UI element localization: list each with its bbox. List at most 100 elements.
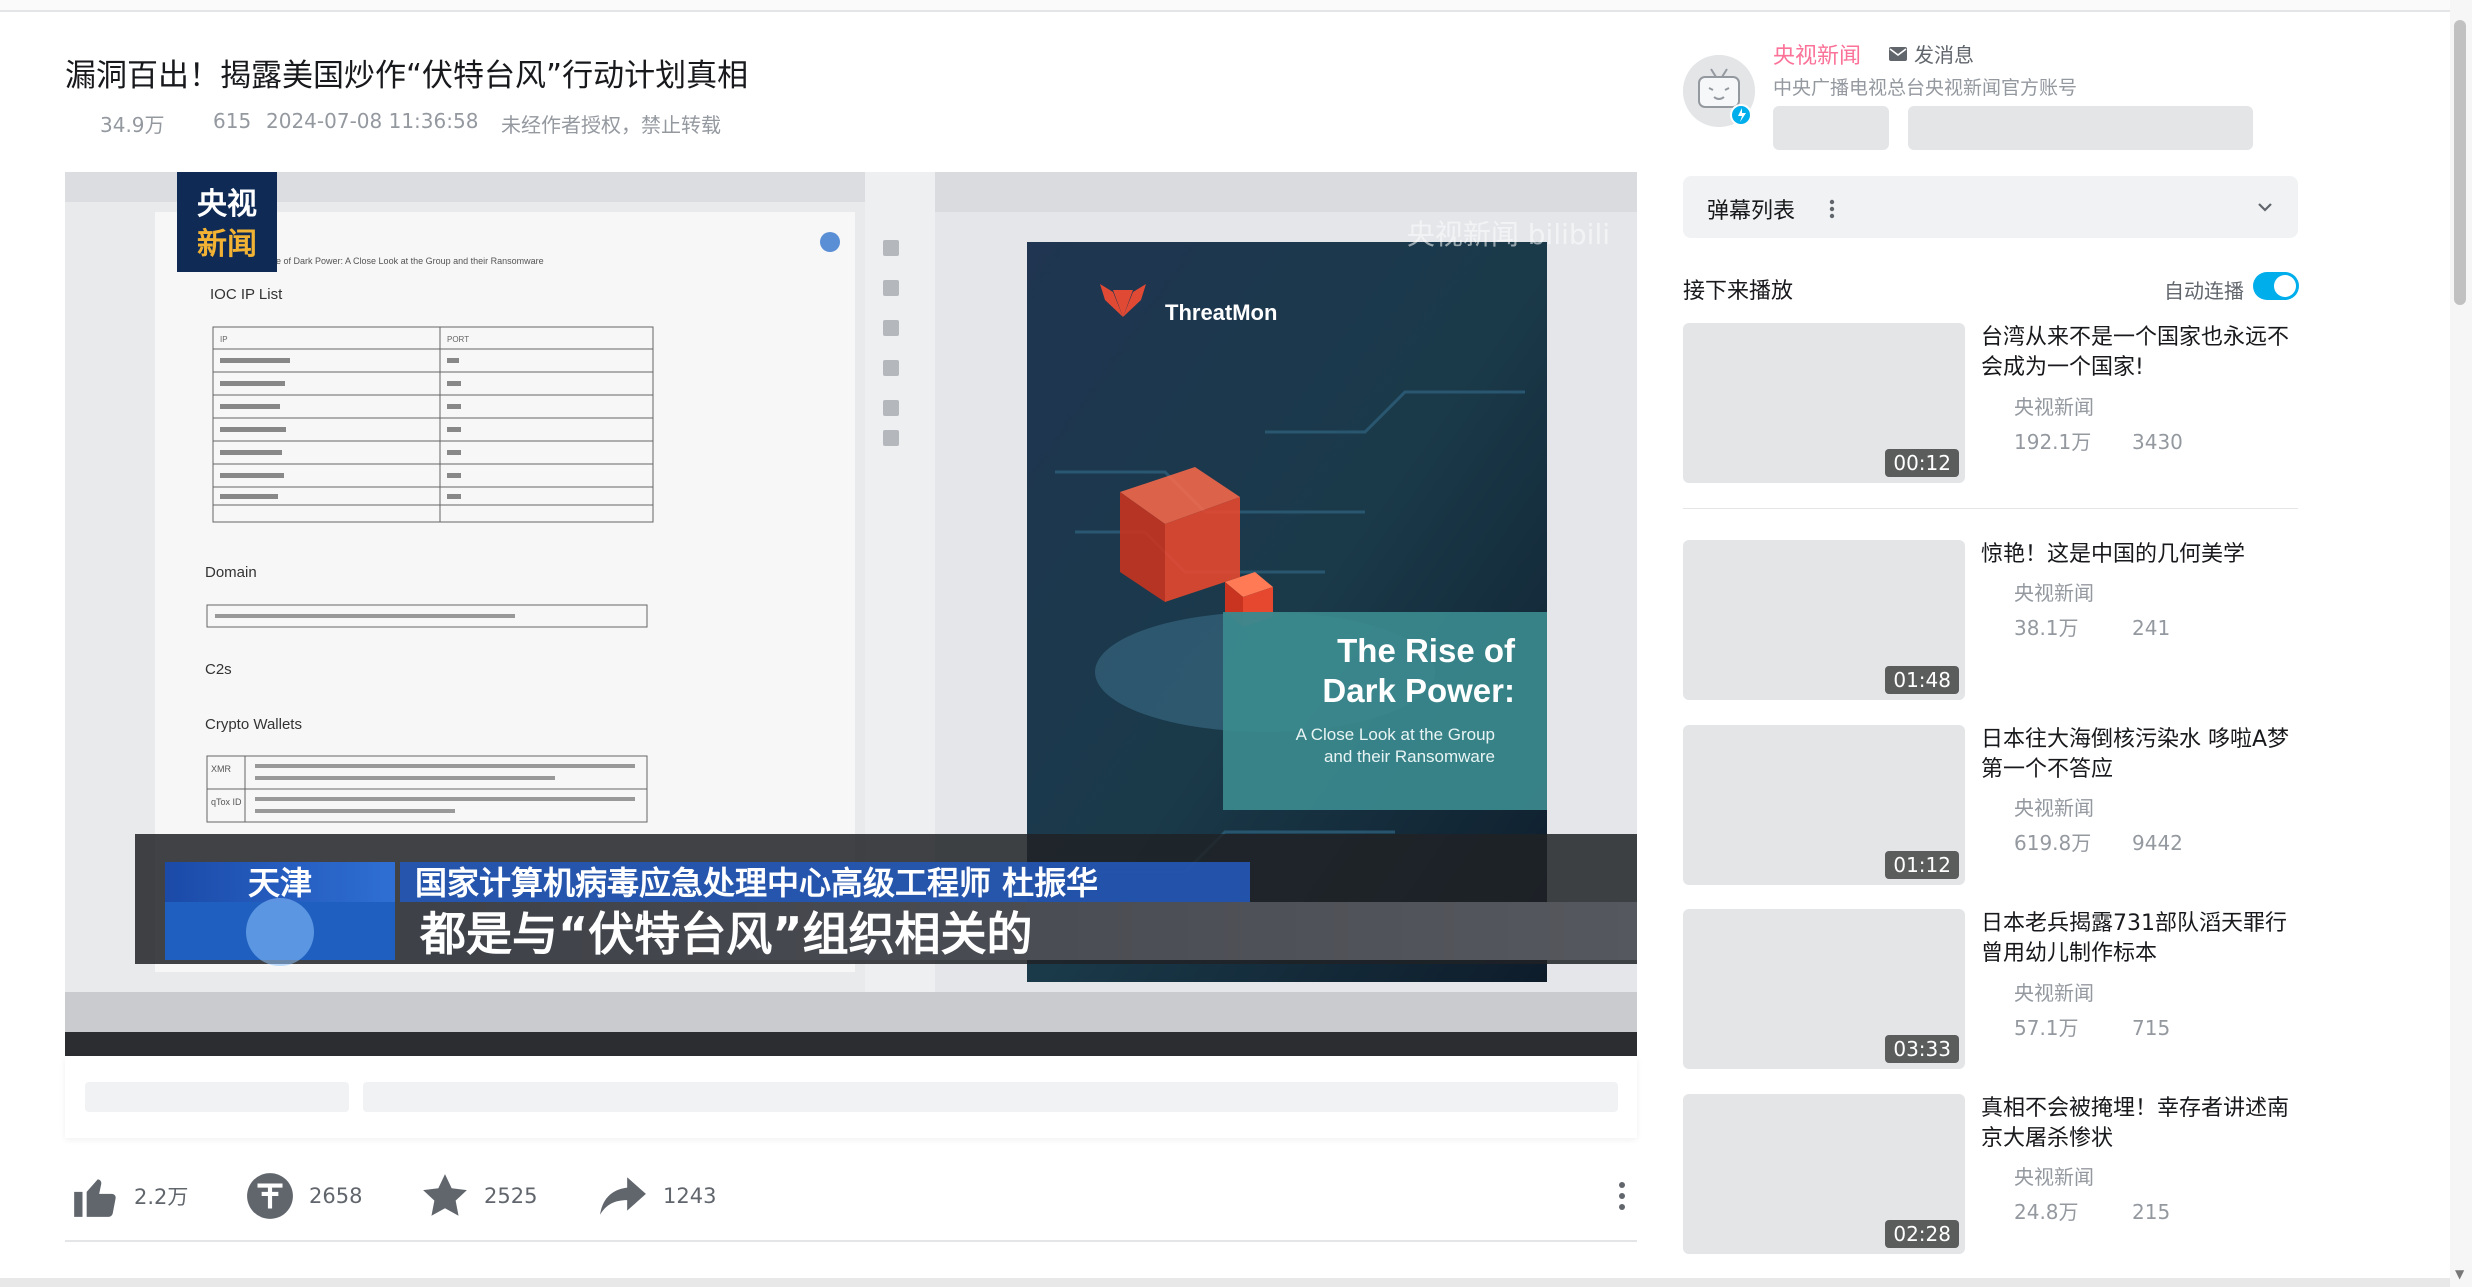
send-message-button[interactable]: 发消息 (1888, 39, 1974, 68)
video-player[interactable]: The Rise of Dark Power: A Close Look at … (65, 172, 1637, 1056)
recommendation-stats: 57.1万 715 (2014, 1012, 2170, 1041)
action-bar: 2.2万 2658 2525 1243 (65, 1166, 1637, 1226)
view-count: 34.9万 (100, 113, 165, 137)
recommendation-item[interactable]: 00:12 台湾从来不是一个国家也永远不会成为一个国家! 央视新闻 192.1万… (1683, 323, 2298, 485)
copyright-notice: 未经作者授权，禁止转载 (501, 113, 721, 137)
recommendation-title[interactable]: 真相不会被掩埋！幸存者讲述南京大屠杀惨状 (1981, 1094, 2296, 1154)
recommendation-danmaku: 215 (2132, 1200, 2171, 1224)
svg-text:央视: 央视 (197, 187, 257, 222)
video-title: 漏洞百出！揭露美国炒作“伏特台风”行动计划真相 (65, 58, 749, 94)
coin-button[interactable]: 2658 (245, 1166, 362, 1226)
recommendation-danmaku: 9442 (2132, 831, 2183, 855)
coin-count: 2658 (309, 1184, 363, 1208)
autoplay-label: 自动连播 (2164, 279, 2244, 303)
autoplay-toggle[interactable] (2253, 272, 2299, 300)
svg-text:XMR: XMR (211, 764, 232, 774)
divider (65, 1240, 1637, 1242)
danmaku-more-icon[interactable] (1829, 198, 1835, 220)
doc-c2s: C2s (205, 661, 232, 678)
video-duration: 01:12 (1885, 851, 1959, 879)
doc-wallets: Crypto Wallets (205, 716, 302, 733)
video-duration: 00:12 (1885, 449, 1959, 477)
more-options-icon[interactable] (1617, 1180, 1627, 1212)
recommendation-title[interactable]: 台湾从来不是一个国家也永远不会成为一个国家! (1981, 323, 2296, 383)
star-icon (423, 1174, 467, 1216)
recommendation-views: 57.1万 (2014, 1016, 2079, 1040)
cover-subtitle-line2: and their Ransomware (1324, 747, 1495, 766)
tv-avatar-icon (1683, 55, 1755, 127)
share-count: 1243 (663, 1184, 717, 1208)
channel-description: 中央广播电视总台央视新闻官方账号 (1773, 77, 2078, 99)
recommendation-views: 38.1万 (2014, 616, 2079, 640)
danmaku-list-toggle[interactable]: 弹幕列表 (1683, 176, 2298, 238)
channel-avatar[interactable] (1683, 55, 1755, 127)
svg-text:qTox ID: qTox ID (211, 797, 242, 807)
like-count: 2.2万 (134, 1185, 189, 1209)
recommendation-owner[interactable]: 央视新闻 (2014, 977, 2094, 1006)
doc-heading-ioc: IOC IP List (210, 286, 283, 303)
video-frame: The Rise of Dark Power: A Close Look at … (65, 172, 1637, 1056)
video-thumbnail[interactable]: 01:48 (1683, 540, 1965, 700)
video-duration: 02:28 (1885, 1220, 1959, 1248)
danmaku-count: 615 (213, 109, 252, 133)
loading-placeholder (85, 1082, 349, 1112)
chevron-down-icon (2258, 203, 2272, 212)
recommendation-owner[interactable]: 央视新闻 (2014, 792, 2094, 821)
like-button[interactable]: 2.2万 (70, 1166, 188, 1226)
recommendation-danmaku: 3430 (2132, 430, 2183, 454)
recommendation-stats: 192.1万 3430 (2014, 426, 2183, 455)
video-thumbnail[interactable]: 02:28 (1683, 1094, 1965, 1254)
recommendation-stats: 24.8万 215 (2014, 1196, 2170, 1225)
svg-text:IP: IP (220, 335, 228, 344)
recommendation-title[interactable]: 惊艳！这是中国的几何美学 (1981, 540, 2296, 570)
recommendation-views: 24.8万 (2014, 1200, 2079, 1224)
recommendation-stats: 619.8万 9442 (2014, 827, 2183, 856)
recommendation-item[interactable]: 02:28 真相不会被掩埋！幸存者讲述南京大屠杀惨状 央视新闻 24.8万 215 (1683, 1094, 2298, 1256)
page-scrollbar[interactable]: ▼ (2450, 0, 2472, 1287)
caption-text: 都是与“伏特台风”组织相关的 (419, 907, 1032, 961)
recommendation-item[interactable]: 01:48 惊艳！这是中国的几何美学 央视新闻 38.1万 241 (1683, 540, 2298, 702)
caption-location: 天津 (248, 864, 312, 902)
recommendation-item[interactable]: 01:12 日本往大海倒核污染水 哆啦A梦第一个不答应 央视新闻 619.8万 9… (1683, 725, 2298, 887)
cover-brand: ThreatMon (1165, 300, 1277, 325)
favorite-button[interactable]: 2525 (420, 1166, 537, 1226)
share-button[interactable]: 1243 (597, 1166, 716, 1226)
recommendation-title[interactable]: 日本老兵揭露731部队滔天罪行 曾用幼儿制作标本 (1981, 909, 2296, 969)
scrollbar-thumb[interactable] (2454, 20, 2466, 305)
bottom-edge (0, 1278, 2450, 1287)
caption-speaker: 国家计算机病毒应急处理中心高级工程师 杜振华 (415, 864, 1098, 902)
scroll-down-icon[interactable]: ▼ (2455, 1267, 2464, 1281)
next-up-heading: 接下来播放 (1683, 279, 1794, 304)
video-thumbnail[interactable]: 00:12 (1683, 323, 1965, 483)
top-edge (0, 0, 2450, 12)
share-icon (600, 1177, 646, 1215)
divider (1683, 508, 2298, 509)
cover-title-line1: The Rise of (1337, 632, 1516, 669)
recommendation-item[interactable]: 03:33 日本老兵揭露731部队滔天罪行 曾用幼儿制作标本 央视新闻 57.1… (1683, 909, 2298, 1071)
video-duration: 01:48 (1885, 666, 1959, 694)
svg-text:PORT: PORT (447, 335, 469, 344)
cover-title-line2: Dark Power: (1322, 672, 1515, 709)
recommendation-views: 192.1万 (2014, 430, 2092, 454)
video-duration: 03:33 (1885, 1035, 1959, 1063)
video-thumbnail[interactable]: 01:12 (1683, 725, 1965, 885)
mail-icon (1889, 46, 1907, 61)
send-message-label: 发消息 (1914, 43, 1974, 67)
recommendation-stats: 38.1万 241 (2014, 612, 2170, 641)
recommendation-owner[interactable]: 央视新闻 (2014, 577, 2094, 606)
toggle-knob (2274, 275, 2296, 297)
recommendation-owner[interactable]: 央视新闻 (2014, 391, 2094, 420)
loading-placeholder (1773, 106, 1889, 150)
publish-date: 2024-07-08 11:36:58 (266, 109, 479, 133)
player-control-area (65, 1056, 1637, 1138)
recommendation-owner[interactable]: 央视新闻 (2014, 1161, 2094, 1190)
svg-text:新闻: 新闻 (197, 227, 257, 262)
video-thumbnail[interactable]: 03:33 (1683, 909, 1965, 1069)
cover-subtitle-line1: A Close Look at the Group (1296, 725, 1495, 744)
channel-name[interactable]: 央视新闻 (1773, 38, 1861, 70)
loading-placeholder (363, 1082, 1618, 1112)
favorite-count: 2525 (484, 1184, 538, 1208)
channel-watermark: 央视新闻 bilibili (1407, 218, 1610, 251)
like-icon (74, 1179, 116, 1217)
recommendation-title[interactable]: 日本往大海倒核污染水 哆啦A梦第一个不答应 (1981, 725, 2296, 785)
